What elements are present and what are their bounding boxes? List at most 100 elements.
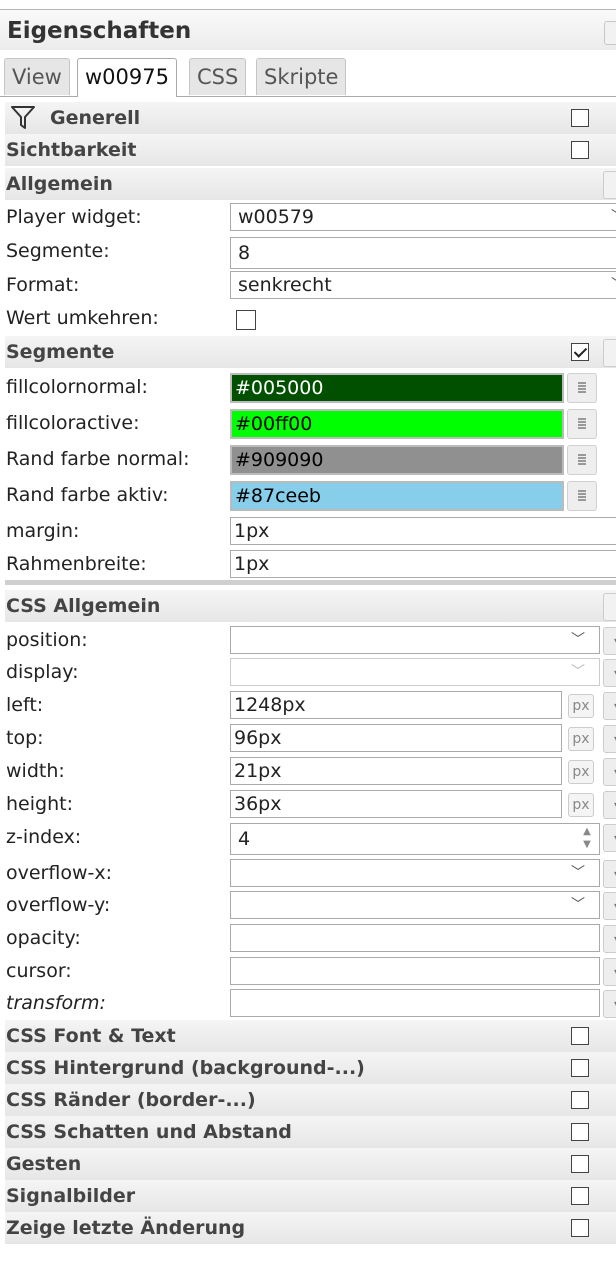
section-letzte-aenderung-label: Zeige letzte Änderung xyxy=(6,1217,246,1239)
section-sichtbarkeit-checkbox[interactable] xyxy=(571,141,589,159)
panel-grip-handle[interactable] xyxy=(604,21,616,45)
section-css-font[interactable]: CSS Font & Text xyxy=(5,1020,616,1052)
prop-margin: margin: 1px xyxy=(5,516,616,548)
section-css-allgemein-collapse-button[interactable] xyxy=(603,593,616,621)
css-left-unit[interactable]: px xyxy=(568,694,594,718)
tab-widget[interactable]: w00975 xyxy=(77,58,177,97)
section-allgemein-collapse-button[interactable] xyxy=(603,171,616,199)
filter-funnel-icon[interactable] xyxy=(10,104,36,130)
section-css-schatten[interactable]: CSS Schatten und Abstand xyxy=(5,1116,616,1148)
player-widget-label: Player widget: xyxy=(6,206,142,228)
section-css-hintergrund-checkbox[interactable] xyxy=(571,1059,589,1077)
fillcolornormal-input[interactable]: #005000 xyxy=(230,373,564,403)
css-height-input[interactable]: 36px xyxy=(230,790,562,818)
chevron-down-icon: ﹀ xyxy=(611,204,616,230)
css-width-row: width: 21px px ▾ xyxy=(5,756,616,788)
tab-skripte[interactable]: Skripte xyxy=(256,58,347,95)
css-left-input[interactable]: 1248px xyxy=(230,691,562,719)
css-top-row: top: 96px px ▾ xyxy=(5,723,616,755)
css-position-pin-button[interactable]: ▾ xyxy=(603,627,616,655)
css-overflow-x-select[interactable]: ﹀ xyxy=(230,859,600,887)
section-gesten[interactable]: Gesten xyxy=(5,1148,616,1180)
section-css-allgemein[interactable]: CSS Allgemein xyxy=(5,590,616,622)
rand-aktiv-label: Rand farbe aktiv: xyxy=(6,484,169,506)
section-gesten-checkbox[interactable] xyxy=(571,1155,589,1173)
properties-panel: Eigenschaften View w00975 CSS Skripte Ge… xyxy=(0,0,616,1283)
section-css-raender-checkbox[interactable] xyxy=(571,1091,589,1109)
section-allgemein[interactable]: Allgemein xyxy=(5,168,616,200)
css-top-input[interactable]: 96px xyxy=(230,724,562,752)
color-picker-icon[interactable] xyxy=(567,445,597,475)
css-position-select[interactable]: ﹀ xyxy=(230,626,600,654)
css-height-pin-button[interactable]: ▾ xyxy=(603,791,616,819)
css-width-pin-button[interactable]: ▾ xyxy=(603,758,616,786)
css-transform-pin-button[interactable]: ▾ xyxy=(603,990,616,1018)
tab-view[interactable]: View xyxy=(4,58,70,95)
section-segmente-label: Segmente xyxy=(6,341,115,363)
css-display-row: display: ﹀ ▾ xyxy=(5,657,616,689)
css-opacity-row: opacity: ▾ xyxy=(5,923,616,955)
section-css-allgemein-label: CSS Allgemein xyxy=(6,595,161,617)
section-signalbilder-checkbox[interactable] xyxy=(571,1187,589,1205)
prop-wert-umkehren: Wert umkehren: xyxy=(5,303,616,335)
color-picker-icon[interactable] xyxy=(567,373,597,403)
rand-normal-input[interactable]: #909090 xyxy=(230,445,564,475)
css-overflow-y-select[interactable]: ﹀ xyxy=(230,891,600,919)
wert-umkehren-checkbox[interactable] xyxy=(236,310,256,330)
section-css-raender[interactable]: CSS Ränder (border-...) xyxy=(5,1084,616,1116)
css-width-unit[interactable]: px xyxy=(568,760,594,784)
chevron-down-icon: ﹀ xyxy=(611,272,616,298)
section-segmente[interactable]: Segmente xyxy=(5,336,616,368)
css-zindex-pin-button[interactable]: ▾ xyxy=(603,824,616,852)
section-signalbilder[interactable]: Signalbilder xyxy=(5,1180,616,1212)
section-letzte-aenderung[interactable]: Zeige letzte Änderung xyxy=(5,1212,616,1244)
fillcoloractive-input[interactable]: #00ff00 xyxy=(230,409,564,439)
css-left-pin-button[interactable]: ▾ xyxy=(603,692,616,720)
tab-css[interactable]: CSS xyxy=(189,58,247,95)
fillcolornormal-label: fillcolornormal: xyxy=(6,376,148,398)
rand-aktiv-input[interactable]: #87ceeb xyxy=(230,481,564,511)
css-zindex-input[interactable]: 4 ▲ ▼ xyxy=(230,823,600,855)
section-sichtbarkeit[interactable]: Sichtbarkeit xyxy=(5,134,616,166)
css-cursor-input[interactable] xyxy=(230,957,600,985)
section-css-font-checkbox[interactable] xyxy=(571,1027,589,1045)
css-opacity-input[interactable] xyxy=(230,924,600,952)
section-css-hintergrund-label: CSS Hintergrund (background-...) xyxy=(6,1057,365,1079)
chevron-down-icon: ﹀ xyxy=(571,865,585,881)
rahmenbreite-input[interactable]: 1px xyxy=(230,550,616,578)
segmente-label: Segmente: xyxy=(6,240,110,262)
css-top-unit[interactable]: px xyxy=(568,727,594,751)
css-overflow-y-row: overflow-y: ﹀ ▾ xyxy=(5,890,616,922)
css-zindex-spinner[interactable]: ▲ ▼ xyxy=(577,825,597,851)
css-opacity-pin-button[interactable]: ▾ xyxy=(603,925,616,953)
format-select[interactable]: senkrecht ﹀ xyxy=(230,271,616,299)
css-top-pin-button[interactable]: ▾ xyxy=(603,725,616,753)
css-cursor-pin-button[interactable]: ▾ xyxy=(603,958,616,986)
css-display-select[interactable]: ﹀ xyxy=(230,658,600,686)
css-width-input[interactable]: 21px xyxy=(230,757,562,785)
player-widget-select[interactable]: w00579 ﹀ xyxy=(230,203,616,231)
segmente-input[interactable]: 8 xyxy=(230,237,616,269)
section-generell-checkbox[interactable] xyxy=(571,109,589,127)
color-picker-icon[interactable] xyxy=(567,409,597,439)
section-segmente-checkbox[interactable] xyxy=(571,343,589,361)
section-segmente-collapse-button[interactable] xyxy=(603,339,616,367)
section-generell-label: Generell xyxy=(50,107,141,129)
section-letzte-aenderung-checkbox[interactable] xyxy=(571,1219,589,1237)
section-css-hintergrund[interactable]: CSS Hintergrund (background-...) xyxy=(5,1052,616,1084)
margin-input[interactable]: 1px xyxy=(230,517,616,545)
section-css-schatten-checkbox[interactable] xyxy=(571,1123,589,1141)
css-left-row: left: 1248px px ▾ xyxy=(5,690,616,722)
css-height-unit[interactable]: px xyxy=(568,793,594,817)
css-transform-input[interactable] xyxy=(230,989,600,1017)
player-widget-value: w00579 xyxy=(238,206,314,228)
css-overflow-x-row: overflow-x: ﹀ ▾ xyxy=(5,858,616,890)
css-overflow-x-pin-button[interactable]: ▾ xyxy=(603,860,616,888)
css-overflow-y-pin-button[interactable]: ▾ xyxy=(603,892,616,920)
css-display-pin-button[interactable]: ▾ xyxy=(603,659,616,687)
color-picker-icon[interactable] xyxy=(567,481,597,511)
section-sichtbarkeit-label: Sichtbarkeit xyxy=(6,139,137,161)
css-transform-row: transform: ▾ xyxy=(5,988,616,1020)
section-generell[interactable]: Generell xyxy=(5,102,616,134)
wert-umkehren-label: Wert umkehren: xyxy=(6,307,159,329)
